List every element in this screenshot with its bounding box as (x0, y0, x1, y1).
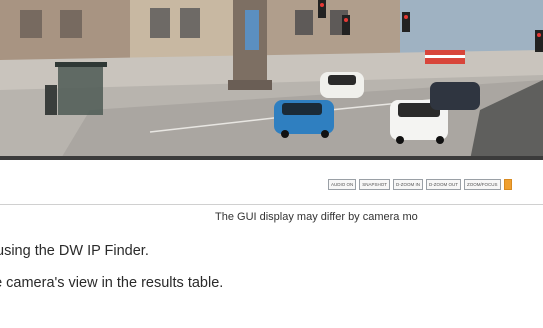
instruction-step-1: using the DW IP Finder. (0, 243, 149, 259)
instruction-step-2: he camera's view in the results table. (0, 275, 224, 291)
more-options-button[interactable] (503, 179, 512, 190)
digital-zoom-in-button[interactable]: D-ZOOM IN (393, 179, 424, 190)
toolbar-button-group: AUDIO ON SNAPSHOT D-ZOOM IN D-ZOOM OUT Z… (328, 179, 512, 190)
audio-on-button[interactable]: AUDIO ON (328, 179, 357, 190)
gui-disclaimer-caption: The GUI display may differ by camera mo (215, 211, 418, 223)
snapshot-button[interactable]: SNAPSHOT (359, 179, 391, 190)
digital-zoom-out-button[interactable]: D-ZOOM OUT (426, 179, 462, 190)
camera-toolbar: AUDIO ON SNAPSHOT D-ZOOM IN D-ZOOM OUT Z… (0, 160, 543, 205)
zoom-focus-button[interactable]: ZOOM/FOCUS (464, 179, 501, 190)
street-scene-image (0, 0, 543, 158)
camera-live-view (0, 0, 543, 158)
